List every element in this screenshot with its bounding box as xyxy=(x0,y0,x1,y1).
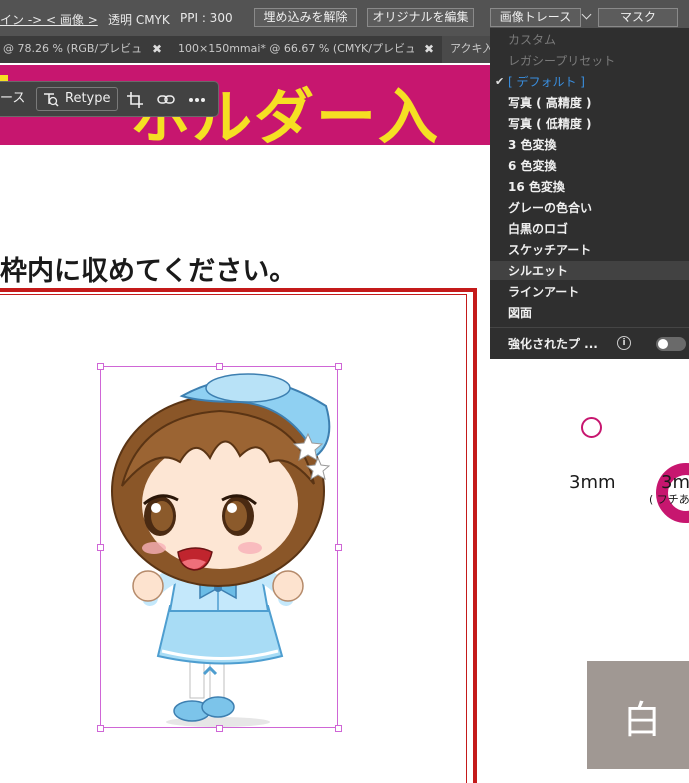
tab-document-1[interactable]: @ 78.26 % (RGB/プレビュー) xyxy=(3,36,143,63)
menu-item-custom: カスタム xyxy=(508,33,557,47)
menu-item-silhouettes[interactable]: シルエット xyxy=(508,264,568,278)
white-color-swatch: 白 xyxy=(587,661,689,769)
unembed-button[interactable]: 埋め込みを解除 xyxy=(254,8,357,27)
contextual-task-bar: ース Retype xyxy=(0,81,219,117)
color-mode-info: 透明 CMYK xyxy=(108,13,170,27)
enhanced-preview-label: 強化されたプ ... xyxy=(508,337,598,351)
crop-icon[interactable] xyxy=(127,92,143,108)
resize-handle[interactable] xyxy=(216,725,223,732)
enhanced-preview-toggle[interactable] xyxy=(656,337,686,351)
resize-handle[interactable] xyxy=(97,725,104,732)
resize-handle[interactable] xyxy=(335,544,342,551)
close-icon[interactable]: ✖ xyxy=(152,36,162,63)
resize-handle[interactable] xyxy=(97,363,104,370)
close-icon[interactable]: ✖ xyxy=(424,36,434,63)
text-select-icon xyxy=(44,93,59,107)
chevron-down-icon[interactable] xyxy=(581,9,592,20)
instruction-text: 枠内に収めてください。 xyxy=(0,256,297,287)
retype-button[interactable]: Retype xyxy=(36,87,118,111)
menu-item-16-colors[interactable]: 16 色変換 xyxy=(508,180,565,194)
resize-handle[interactable] xyxy=(97,544,104,551)
check-icon: ✔ xyxy=(495,75,505,88)
image-trace-action[interactable]: ース xyxy=(0,88,25,110)
tab-label: @ 78.26 % (RGB/プレビュー) xyxy=(3,42,143,55)
menu-divider xyxy=(490,327,689,328)
resize-handle[interactable] xyxy=(335,725,342,732)
tab-label: アクキ入 xyxy=(450,42,494,55)
menu-item-sketched-art[interactable]: スケッチアート xyxy=(508,243,591,257)
ring-outline-small xyxy=(581,417,602,438)
mask-button[interactable]: マスク xyxy=(598,8,678,27)
image-trace-button[interactable]: 画像トレース xyxy=(490,8,581,27)
swatch-label: 白 xyxy=(623,698,662,742)
tab-label: 100×150mmai* @ 66.67 % (CMYK/プレビュー) xyxy=(178,42,414,55)
toggle-knob xyxy=(658,339,668,349)
tab-document-2[interactable]: 100×150mmai* @ 66.67 % (CMYK/プレビュー) xyxy=(178,36,414,63)
menu-item-default[interactable]: [ デフォルト ] xyxy=(508,75,585,89)
menu-item-black-white-logo[interactable]: 白黒のロゴ xyxy=(508,222,568,236)
menu-item-photo-high[interactable]: 写真 ( 高精度 ) xyxy=(508,96,592,110)
menu-item-photo-low[interactable]: 写真 ( 低精度 ) xyxy=(508,117,592,131)
menu-item-line-art[interactable]: ラインアート xyxy=(508,285,579,299)
more-icon[interactable] xyxy=(188,97,206,103)
ppi-info: PPI : 300 xyxy=(180,11,233,25)
menu-item-legacy-presets: レガシープリセット xyxy=(508,54,616,68)
ring-label-3mm: 3mm xyxy=(569,472,616,493)
menu-item-technical-drawing[interactable]: 図面 xyxy=(508,306,532,320)
selection-bounding-box xyxy=(100,366,338,728)
menu-item-shades-of-gray[interactable]: グレーの色合い xyxy=(508,201,592,215)
resize-handle[interactable] xyxy=(335,363,342,370)
menu-item-6-colors[interactable]: 6 色変換 xyxy=(508,159,557,173)
resize-handle[interactable] xyxy=(216,363,223,370)
ring-label-3mm-2: 3m xyxy=(661,472,689,493)
info-icon[interactable]: i xyxy=(617,336,631,350)
edit-original-button[interactable]: オリジナルを編集 xyxy=(367,8,474,27)
ring-sublabel: ( フチあ xyxy=(649,493,689,506)
breadcrumb[interactable]: イン -> < 画像 > xyxy=(0,11,98,28)
image-trace-preset-menu: カスタム レガシープリセット ✔ [ デフォルト ] 写真 ( 高精度 ) 写真… xyxy=(490,28,689,359)
retype-label: Retype xyxy=(65,91,111,106)
link-icon[interactable] xyxy=(157,93,175,107)
menu-item-3-colors[interactable]: 3 色変換 xyxy=(508,138,557,152)
